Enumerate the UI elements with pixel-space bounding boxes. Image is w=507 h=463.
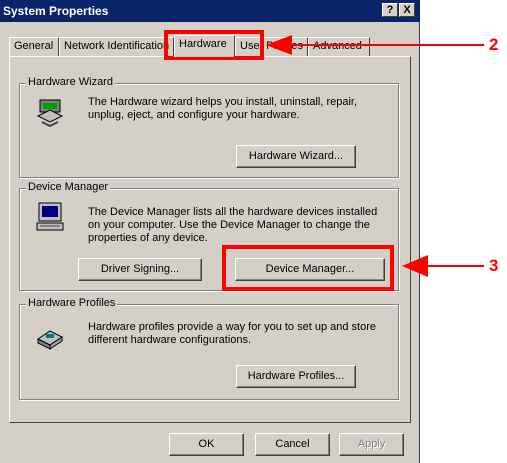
system-properties-window: System Properties ? X General Network Id… [0,0,420,463]
step3-label: 3 [489,256,499,275]
hardware-wizard-legend: Hardware Wizard [26,76,115,88]
tab-network-identification[interactable]: Network Identification [59,37,174,56]
device-manager-highlight [222,245,394,291]
hardware-profiles-description: Hardware profiles provide a way for you … [88,321,376,346]
apply-button[interactable]: Apply [339,433,404,456]
close-button[interactable]: X [399,3,415,17]
hardware-profiles-icon [37,330,63,350]
hardware-wizard-group: Hardware Wizard The Hardware wizard help… [19,76,399,178]
help-button[interactable]: ? [382,3,398,17]
driver-signing-button[interactable]: Driver Signing... [78,258,202,281]
tab-general[interactable]: General [9,37,59,56]
window-title: System Properties [3,4,109,18]
step2-arrow-line [288,44,484,46]
tab-hardware[interactable]: Hardware [174,35,235,57]
title-bar: System Properties ? X [0,0,420,22]
computer-icon [36,202,64,231]
cancel-button[interactable]: Cancel [255,433,330,456]
step3-arrow-line [424,265,484,267]
hardware-wizard-description: The Hardware wizard helps you install, u… [88,96,358,121]
hardware-wizard-icon [36,99,64,128]
step2-arrowhead-icon [266,35,292,55]
step2-label: 2 [489,35,499,54]
hardware-profiles-legend: Hardware Profiles [26,297,118,309]
hardware-profiles-group: Hardware Profiles Hardware profiles prov… [19,297,399,400]
step3-arrowhead-icon [402,255,428,277]
hardware-profiles-button[interactable]: Hardware Profiles... [236,365,356,388]
ok-button[interactable]: OK [169,433,244,456]
tab-advanced[interactable]: Advanced [308,37,370,56]
hardware-wizard-button[interactable]: Hardware Wizard... [236,145,356,168]
device-manager-legend: Device Manager [26,181,111,193]
device-manager-description: The Device Manager lists all the hardwar… [88,206,378,244]
